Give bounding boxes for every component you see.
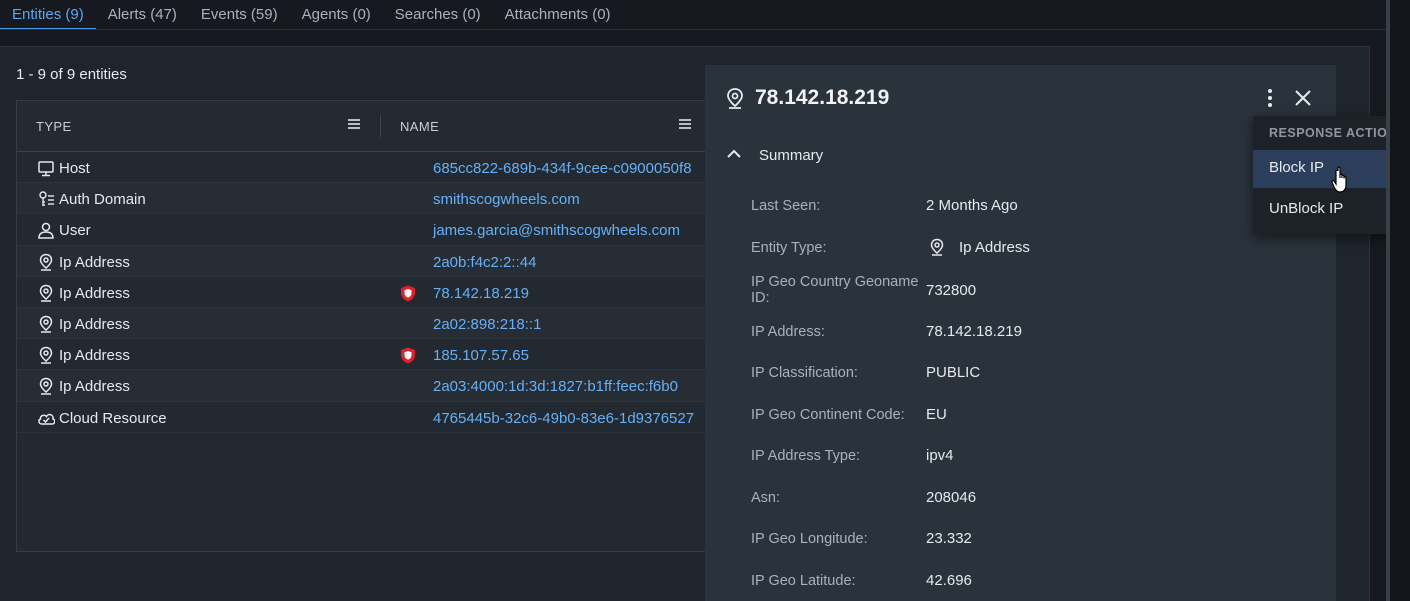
location-pin-icon	[39, 253, 53, 271]
table-row[interactable]: Ip Address 2a03:4000:1d:3d:1827:b1ff:feec…	[17, 370, 715, 402]
field-value: 78.142.18.219	[926, 323, 1022, 340]
table-row[interactable]: Host 685cc822-689b-434f-9cee-c0900050f8	[17, 152, 715, 184]
hand-cursor-icon	[1331, 166, 1347, 193]
close-icon[interactable]	[1294, 89, 1312, 107]
entity-type-label: Host	[59, 160, 90, 177]
field-label: IP Geo Longitude:	[751, 531, 868, 547]
column-menu-icon[interactable]	[348, 119, 360, 131]
column-header-type[interactable]: TYPE	[36, 119, 72, 134]
field-label: Entity Type:	[751, 240, 827, 256]
entity-type-label: Cloud Resource	[59, 409, 167, 427]
detail-title: 78.142.18.219	[755, 86, 890, 109]
table-row[interactable]: Auth Domain smithscogwheels.com	[17, 183, 715, 215]
field-label: IP Geo Country Geoname ID:	[751, 274, 919, 306]
location-pin-icon	[727, 88, 743, 109]
tabs-divider	[0, 29, 1386, 30]
tab-events[interactable]: Events (59)	[189, 0, 290, 30]
entity-type-label: Ip Address	[59, 284, 130, 302]
column-menu-icon[interactable]	[679, 119, 691, 131]
entity-name-link[interactable]: 78.142.18.219	[433, 285, 529, 302]
field-value: Ip Address	[959, 239, 1030, 256]
tab-alerts[interactable]: Alerts (47)	[96, 0, 189, 30]
chevron-up-icon[interactable]	[727, 149, 741, 159]
entity-type-label: User	[59, 222, 91, 240]
field-value: 732800	[926, 282, 977, 299]
tab-searches[interactable]: Searches (0)	[383, 0, 493, 30]
tab-attachments[interactable]: Attachments (0)	[493, 0, 623, 30]
table-row[interactable]: Ip Address 2a02:898:218::1	[17, 307, 715, 340]
field-value: 208046	[926, 489, 977, 506]
tab-agents[interactable]: Agents (0)	[290, 0, 383, 30]
entity-name-link[interactable]: 4765445b-32c6-49b0-83e6-1d9376527	[433, 410, 694, 427]
field-label: Asn:	[751, 490, 781, 506]
threat-shield-icon	[401, 347, 415, 364]
entity-name-link[interactable]: 2a0b:f4c2:2::44	[433, 254, 536, 271]
location-pin-icon	[39, 378, 53, 396]
entity-name-link[interactable]: smithscogwheels.com	[433, 191, 580, 208]
kebab-menu-icon[interactable]	[1266, 87, 1274, 109]
entities-table: TYPE NAME Host 685cc822-689b-434f-9cee-c0…	[16, 100, 716, 552]
field-label: IP Geo Continent Code:	[751, 407, 905, 423]
entity-name-link[interactable]: 2a02:898:218::1	[433, 316, 541, 333]
table-row[interactable]: Cloud Resource 4765445b-32c6-49b0-83e6-1d…	[17, 402, 715, 433]
auth-domain-icon	[39, 191, 54, 207]
field-label: IP Geo Latitude:	[751, 573, 856, 589]
entity-type-label: Ip Address	[59, 347, 130, 365]
field-value: ipv4	[926, 447, 954, 464]
location-pin-icon	[39, 346, 53, 364]
column-divider[interactable]	[380, 115, 381, 137]
tab-entities[interactable]: Entities (9)	[0, 0, 96, 30]
table-row[interactable]: Ip Address 185.107.57.65	[17, 339, 715, 371]
entity-tabs: Entities (9) Alerts (47) Events (59) Age…	[0, 0, 623, 30]
field-value: 23.332	[926, 530, 972, 547]
entity-detail-panel: 78.142.18.219 Summary Last Seen: 2 Months…	[705, 65, 1336, 601]
entity-type-label: Auth Domain	[59, 191, 146, 209]
table-body: Host 685cc822-689b-434f-9cee-c0900050f8 Au…	[17, 152, 715, 433]
table-row[interactable]: Ip Address 2a0b:f4c2:2::44	[17, 245, 715, 277]
table-row[interactable]: Ip Address 78.142.18.219	[17, 277, 715, 308]
field-label: IP Classification:	[751, 365, 858, 381]
table-header: TYPE NAME	[17, 101, 715, 152]
summary-section-toggle[interactable]: Summary	[759, 147, 823, 164]
field-value: PUBLIC	[926, 364, 981, 381]
field-label: IP Address Type:	[751, 448, 861, 464]
field-value: 2 Months Ago	[926, 197, 1018, 214]
entity-type-label: Ip Address	[59, 315, 130, 333]
table-row[interactable]: User james.garcia@smithscogwheels.com	[17, 214, 715, 246]
entity-name-link[interactable]: 685cc822-689b-434f-9cee-c0900050f8	[433, 160, 692, 177]
field-value: 42.696	[926, 572, 972, 589]
user-icon	[38, 223, 54, 240]
entity-name-link[interactable]: 2a03:4000:1d:3d:1827:b1ff:feec:f6b0	[433, 378, 678, 395]
entity-name-link[interactable]: james.garcia@smithscogwheels.com	[433, 222, 680, 239]
field-label: IP Address:	[751, 324, 825, 340]
column-header-name[interactable]: NAME	[400, 119, 439, 134]
threat-shield-icon	[401, 285, 415, 302]
cloud-check-icon	[38, 413, 55, 425]
entity-type-label: Ip Address	[59, 253, 130, 271]
location-pin-icon	[39, 284, 53, 302]
entity-name-link[interactable]: 185.107.57.65	[433, 347, 529, 364]
right-edge-panel	[1390, 0, 1410, 601]
location-pin-icon	[39, 315, 53, 333]
entities-count: 1 - 9 of 9 entities	[16, 66, 127, 83]
field-label: Last Seen:	[751, 198, 821, 214]
location-pin-icon	[930, 238, 944, 256]
monitor-icon	[38, 161, 54, 177]
entity-type-label: Ip Address	[59, 378, 130, 396]
field-value: EU	[926, 406, 947, 423]
